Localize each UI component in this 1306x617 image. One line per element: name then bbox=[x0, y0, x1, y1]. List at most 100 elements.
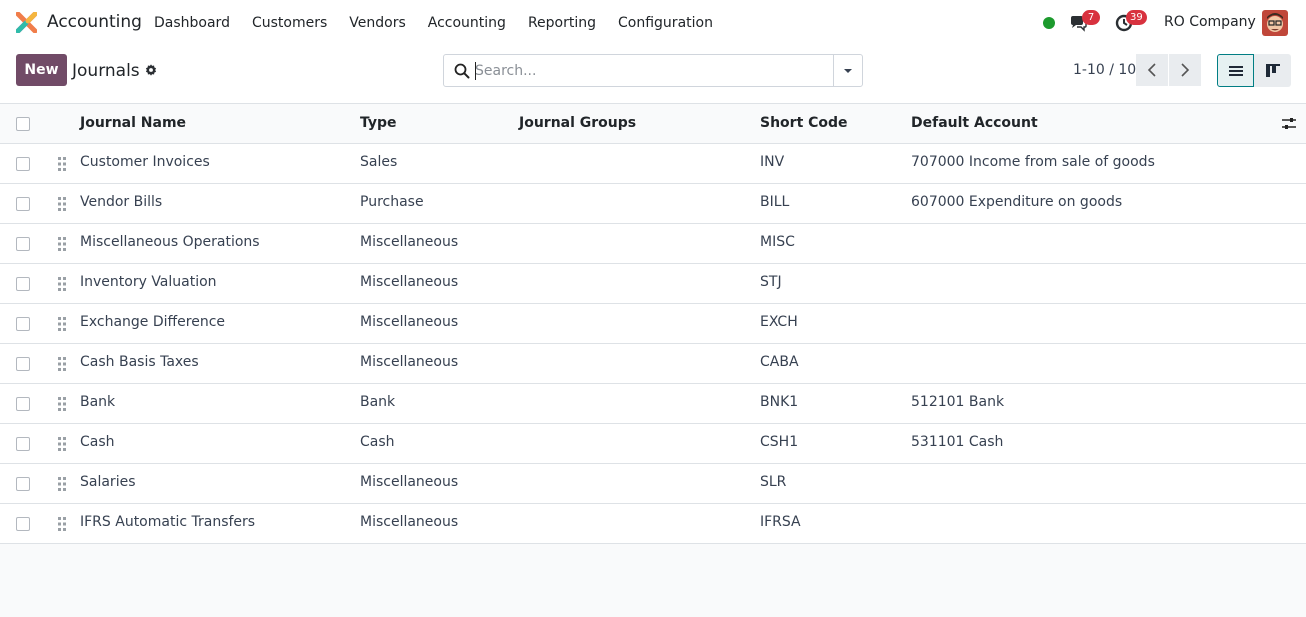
table-row[interactable]: Cash Basis Taxes Miscellaneous CABA bbox=[0, 344, 1306, 384]
row-checkbox[interactable] bbox=[16, 397, 30, 411]
row-checkbox[interactable] bbox=[16, 197, 30, 211]
app-name[interactable]: Accounting bbox=[47, 12, 142, 32]
row-checkbox[interactable] bbox=[16, 357, 30, 371]
row-checkbox[interactable] bbox=[16, 437, 30, 451]
drag-handle-icon[interactable] bbox=[58, 157, 66, 171]
table-row[interactable]: Vendor Bills Purchase BILL 607000 Expenditu… bbox=[0, 184, 1306, 224]
cell-type: Miscellaneous bbox=[360, 354, 459, 370]
select-all-checkbox[interactable] bbox=[16, 117, 30, 131]
user-avatar[interactable] bbox=[1262, 10, 1288, 36]
kanban-view-button[interactable] bbox=[1254, 54, 1291, 87]
drag-handle-icon[interactable] bbox=[58, 237, 66, 251]
cell-short-code: INV bbox=[760, 154, 785, 170]
row-checkbox[interactable] bbox=[16, 517, 30, 531]
row-checkbox[interactable] bbox=[16, 317, 30, 331]
cell-default-account: 512101 Bank bbox=[911, 394, 1005, 410]
cell-short-code: CABA bbox=[760, 354, 799, 370]
main-menu: Dashboard Customers Vendors Accounting R… bbox=[143, 0, 724, 46]
cell-journal-name: Miscellaneous Operations bbox=[80, 234, 260, 250]
table-row[interactable]: Inventory Valuation Miscellaneous STJ bbox=[0, 264, 1306, 304]
cell-type: Purchase bbox=[360, 194, 424, 210]
menu-accounting[interactable]: Accounting bbox=[417, 15, 517, 31]
drag-handle-icon[interactable] bbox=[58, 197, 66, 211]
chevron-left-icon bbox=[1147, 63, 1156, 77]
table-row[interactable]: IFRS Automatic Transfers Miscellaneous IFR… bbox=[0, 504, 1306, 544]
table-row[interactable]: Customer Invoices Sales INV 707000 Income f… bbox=[0, 144, 1306, 184]
cell-short-code: BILL bbox=[760, 194, 790, 210]
cell-default-account: 607000 Expenditure on goods bbox=[911, 194, 1123, 210]
pager-previous-button[interactable] bbox=[1136, 54, 1168, 86]
journals-table: Journal Name Type Journal Groups Short C… bbox=[0, 104, 1306, 544]
drag-handle-icon[interactable] bbox=[58, 437, 66, 451]
table-body: Customer Invoices Sales INV 707000 Income f… bbox=[0, 144, 1306, 544]
list-icon bbox=[1228, 65, 1243, 76]
drag-handle-icon[interactable] bbox=[58, 317, 66, 331]
cell-short-code: SLR bbox=[760, 474, 787, 490]
cell-type: Miscellaneous bbox=[360, 314, 459, 330]
column-header-journal-groups[interactable]: Journal Groups bbox=[519, 115, 636, 131]
cell-type: Miscellaneous bbox=[360, 474, 459, 490]
search-input[interactable] bbox=[475, 60, 830, 82]
cell-journal-name: Vendor Bills bbox=[80, 194, 163, 210]
column-header-short-code[interactable]: Short Code bbox=[760, 115, 848, 131]
row-checkbox[interactable] bbox=[16, 237, 30, 251]
menu-vendors[interactable]: Vendors bbox=[338, 15, 416, 31]
messages-badge: 7 bbox=[1082, 10, 1100, 25]
cell-default-account: 531101 Cash bbox=[911, 434, 1004, 450]
cell-journal-name: Bank bbox=[80, 394, 116, 410]
text-cursor bbox=[475, 62, 476, 80]
menu-dashboard[interactable]: Dashboard bbox=[143, 15, 241, 31]
search-icon bbox=[454, 63, 470, 79]
sliders-icon[interactable] bbox=[1281, 116, 1297, 132]
presence-status-dot bbox=[1043, 17, 1055, 29]
cell-journal-name: Exchange Difference bbox=[80, 314, 226, 330]
drag-handle-icon[interactable] bbox=[58, 357, 66, 371]
menu-reporting[interactable]: Reporting bbox=[517, 15, 607, 31]
kanban-icon bbox=[1265, 64, 1280, 77]
cell-type: Miscellaneous bbox=[360, 234, 459, 250]
pager-next-button[interactable] bbox=[1169, 54, 1201, 86]
cell-default-account: 707000 Income from sale of goods bbox=[911, 154, 1155, 170]
column-header-type[interactable]: Type bbox=[360, 115, 397, 131]
cell-type: Cash bbox=[360, 434, 395, 450]
gear-icon[interactable] bbox=[144, 63, 158, 77]
drag-handle-icon[interactable] bbox=[58, 277, 66, 291]
cell-type: Bank bbox=[360, 394, 396, 410]
table-row[interactable]: Miscellaneous Operations Miscellaneous MIS… bbox=[0, 224, 1306, 264]
caret-down-icon bbox=[844, 68, 852, 73]
column-header-journal-name[interactable]: Journal Name bbox=[80, 115, 186, 131]
cell-short-code: MISC bbox=[760, 234, 795, 250]
cell-journal-name: Salaries bbox=[80, 474, 136, 490]
row-checkbox[interactable] bbox=[16, 277, 30, 291]
cell-type: Miscellaneous bbox=[360, 274, 459, 290]
new-button[interactable]: New bbox=[16, 54, 67, 86]
company-switcher[interactable]: RO Company bbox=[1164, 14, 1256, 30]
cell-journal-name: Customer Invoices bbox=[80, 154, 210, 170]
cell-journal-name: Inventory Valuation bbox=[80, 274, 217, 290]
list-view-button[interactable] bbox=[1217, 54, 1254, 87]
search-options-toggle[interactable] bbox=[833, 55, 862, 86]
row-checkbox[interactable] bbox=[16, 157, 30, 171]
accounting-app-icon[interactable] bbox=[16, 12, 37, 33]
cell-short-code: IFRSA bbox=[760, 514, 801, 530]
menu-configuration[interactable]: Configuration bbox=[607, 15, 724, 31]
cell-short-code: BNK1 bbox=[760, 394, 799, 410]
control-panel: New Journals 1-10 / 10 bbox=[0, 46, 1306, 104]
cell-journal-name: IFRS Automatic Transfers bbox=[80, 514, 256, 530]
drag-handle-icon[interactable] bbox=[58, 517, 66, 531]
column-header-default-account[interactable]: Default Account bbox=[911, 115, 1038, 131]
menu-customers[interactable]: Customers bbox=[241, 15, 338, 31]
top-navbar: Accounting Dashboard Customers Vendors A… bbox=[0, 0, 1306, 46]
table-header: Journal Name Type Journal Groups Short C… bbox=[0, 104, 1306, 144]
table-row[interactable]: Exchange Difference Miscellaneous EXCH bbox=[0, 304, 1306, 344]
cell-short-code: STJ bbox=[760, 274, 782, 290]
drag-handle-icon[interactable] bbox=[58, 477, 66, 491]
row-checkbox[interactable] bbox=[16, 477, 30, 491]
table-row[interactable]: Cash Cash CSH1 531101 Cash bbox=[0, 424, 1306, 464]
cell-journal-name: Cash Basis Taxes bbox=[80, 354, 199, 370]
drag-handle-icon[interactable] bbox=[58, 397, 66, 411]
pager-value[interactable]: 1-10 / 10 bbox=[1073, 62, 1136, 78]
table-row[interactable]: Salaries Miscellaneous SLR bbox=[0, 464, 1306, 504]
cell-short-code: CSH1 bbox=[760, 434, 799, 450]
table-row[interactable]: Bank Bank BNK1 512101 Bank bbox=[0, 384, 1306, 424]
